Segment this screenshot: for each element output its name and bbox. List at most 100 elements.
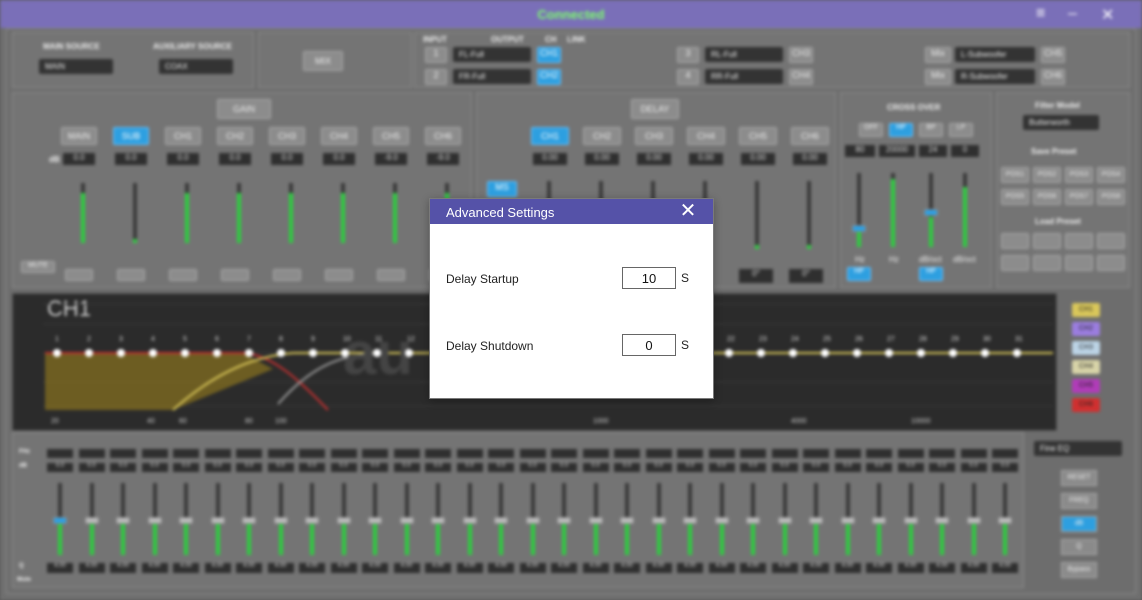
load-preset-slot-7[interactable]	[1065, 255, 1093, 271]
eq-point[interactable]	[917, 349, 925, 357]
band-q[interactable]: 4.00	[299, 563, 325, 573]
band-q[interactable]: 4.00	[47, 563, 73, 573]
lp-freq-value[interactable]: 20000	[879, 145, 915, 157]
eq-point[interactable]	[853, 349, 861, 357]
output-select-1[interactable]: FL-Full	[453, 47, 531, 62]
eq-point[interactable]	[117, 349, 125, 357]
ch-button-2[interactable]: CH2	[537, 69, 561, 85]
band-freq[interactable]	[929, 449, 955, 458]
band-q[interactable]: 4.00	[173, 563, 199, 573]
ch-button-6[interactable]: CH6	[1041, 69, 1065, 85]
band-db[interactable]: 0.0	[488, 463, 514, 472]
delay-ch-button-1[interactable]: CH2	[583, 127, 621, 145]
band-fader-knob[interactable]	[620, 517, 634, 524]
band-fader-knob[interactable]	[84, 517, 99, 524]
band-q[interactable]: 4.00	[645, 563, 672, 573]
preset-slot-1[interactable]: POS1	[1001, 167, 1029, 183]
xover-hp-toggle[interactable]: HP	[847, 267, 871, 281]
input-1[interactable]: 1	[425, 47, 447, 63]
band-fader-knob[interactable]	[53, 517, 67, 524]
band-q[interactable]: 4.00	[582, 563, 609, 573]
band-q[interactable]: 4.00	[771, 563, 798, 573]
gain-fader-1[interactable]	[133, 183, 137, 243]
band-db[interactable]: 0.0	[173, 463, 199, 472]
eq-point[interactable]	[53, 349, 61, 357]
ch-button-1[interactable]: CH1	[537, 47, 561, 63]
band-q[interactable]: 4.00	[866, 563, 892, 573]
input-4[interactable]: 4	[677, 69, 699, 85]
eq-q-button[interactable]: Q	[1061, 539, 1097, 555]
band-fader-knob[interactable]	[651, 517, 666, 524]
band-db[interactable]: 0.0	[677, 463, 703, 472]
band-db[interactable]: 0.0	[393, 463, 420, 472]
band-db[interactable]: 0.0	[992, 463, 1018, 472]
eq-point[interactable]	[309, 349, 317, 357]
band-q[interactable]: 4.00	[740, 563, 766, 573]
input-5[interactable]: Mix	[925, 47, 951, 63]
preset-slot-7[interactable]: POS7	[1065, 189, 1093, 205]
band-fader-knob[interactable]	[998, 517, 1012, 524]
xover-hp-toggle-2[interactable]: HP	[919, 267, 943, 281]
gain-ch-button-3[interactable]: CH2	[217, 127, 253, 145]
band-q[interactable]: 4.00	[551, 563, 577, 573]
gain-fader-5[interactable]	[341, 183, 345, 243]
load-preset-slot-3[interactable]	[1065, 233, 1093, 249]
gain-ch-button-0[interactable]: MAIN	[61, 127, 97, 145]
band-freq[interactable]	[551, 449, 577, 458]
close-icon[interactable]: ✕	[1101, 5, 1114, 25]
legend-swatch-5[interactable]: CH5	[1072, 379, 1100, 393]
gain-value-6[interactable]: -9.0	[375, 153, 407, 165]
gain-value-5[interactable]: 0.0	[323, 153, 355, 165]
delay-value-3[interactable]: 0.00	[689, 153, 723, 165]
delay-startup-input[interactable]	[622, 267, 676, 289]
speaker-icon[interactable]	[325, 269, 353, 281]
load-preset-slot-4[interactable]	[1097, 233, 1125, 249]
band-fader-knob[interactable]	[935, 517, 949, 524]
delay-ch-button-3[interactable]: CH4	[687, 127, 725, 145]
band-freq[interactable]	[834, 449, 861, 458]
gain-ch-button-2[interactable]: CH1	[165, 127, 201, 145]
band-freq[interactable]	[519, 449, 546, 458]
band-q[interactable]: 4.00	[677, 563, 703, 573]
lp-slope-value[interactable]: 0	[951, 145, 979, 157]
band-freq[interactable]	[708, 449, 735, 458]
band-freq[interactable]	[110, 449, 136, 458]
eq-point[interactable]	[757, 349, 765, 357]
gain-value-4[interactable]: 0.0	[271, 153, 303, 165]
band-q[interactable]: 4.00	[456, 563, 483, 573]
legend-swatch-6[interactable]: CH6	[1072, 398, 1100, 412]
band-db[interactable]: 0.0	[236, 463, 262, 472]
xover-bp-button[interactable]: BP	[919, 123, 943, 137]
preset-slot-5[interactable]: POS5	[1001, 189, 1029, 205]
input-2[interactable]: 2	[425, 69, 447, 85]
band-db[interactable]: 0.0	[897, 463, 924, 472]
band-fader-knob[interactable]	[903, 517, 918, 524]
input-6[interactable]: Mix	[925, 69, 951, 85]
band-fader-knob[interactable]	[147, 517, 162, 524]
band-q[interactable]: 4.00	[834, 563, 861, 573]
eq-freq-button[interactable]: FREQ	[1061, 493, 1097, 509]
eq-bypass-button[interactable]: Bypass	[1061, 562, 1097, 578]
eq-point[interactable]	[949, 349, 957, 357]
menu-icon[interactable]: ≡	[1036, 5, 1045, 23]
speaker-icon[interactable]	[221, 269, 249, 281]
input-3[interactable]: 3	[677, 47, 699, 63]
band-db[interactable]: 0.0	[519, 463, 546, 472]
main-source-select[interactable]: MAIN	[39, 59, 113, 74]
delay-fader-4[interactable]	[755, 181, 759, 249]
speaker-icon[interactable]	[169, 269, 197, 281]
band-freq[interactable]	[488, 449, 514, 458]
xover-lp-button[interactable]: LP	[949, 123, 973, 137]
band-freq[interactable]	[740, 449, 766, 458]
delay-ch-button-5[interactable]: CH6	[791, 127, 829, 145]
band-fader-knob[interactable]	[431, 517, 445, 524]
band-q[interactable]: 4.00	[614, 563, 640, 573]
eq-point[interactable]	[789, 349, 797, 357]
band-fader-knob[interactable]	[683, 517, 697, 524]
band-db[interactable]: 0.0	[456, 463, 483, 472]
preset-slot-3[interactable]: POS3	[1065, 167, 1093, 183]
gain-ch-button-1[interactable]: SUB	[113, 127, 149, 145]
band-db[interactable]: 0.0	[551, 463, 577, 472]
band-q[interactable]: 4.00	[960, 563, 987, 573]
band-fader-knob[interactable]	[746, 517, 760, 524]
